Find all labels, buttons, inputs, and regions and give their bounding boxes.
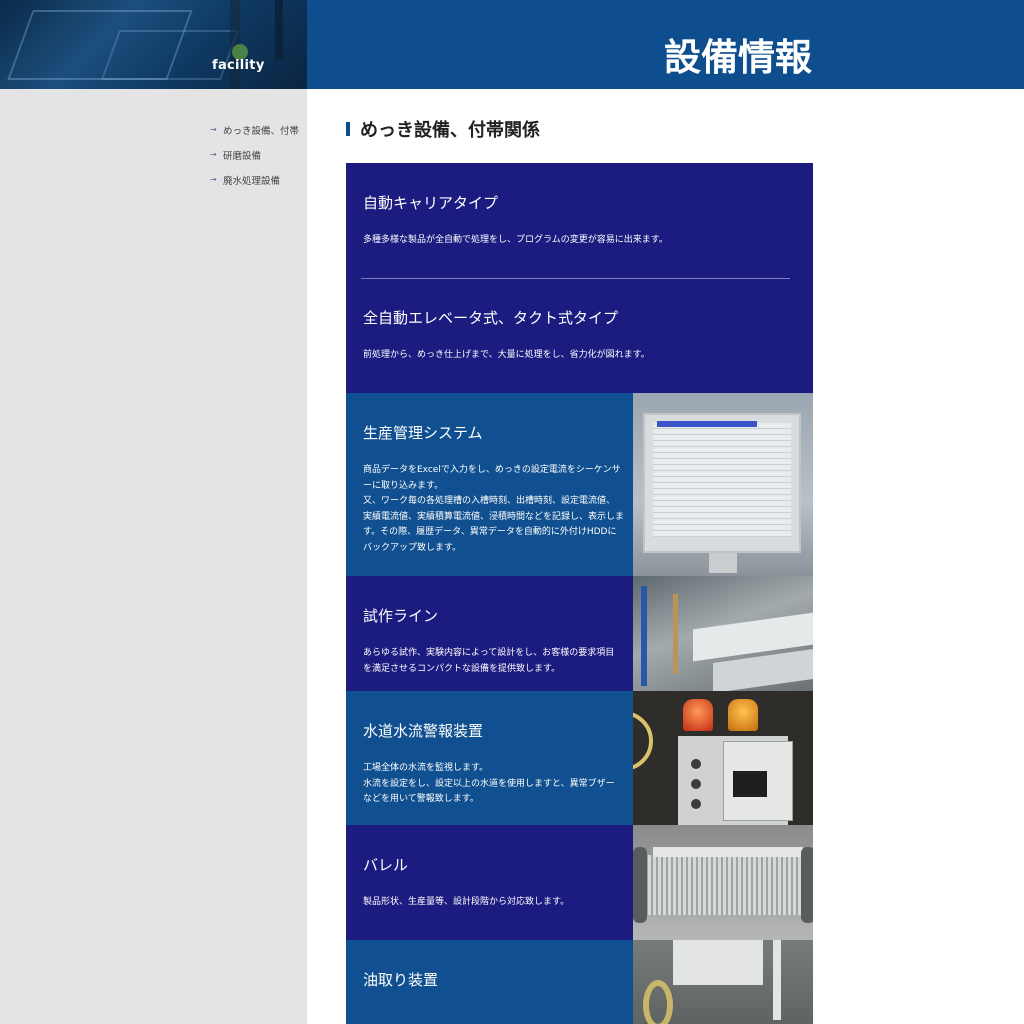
section-heading: めっき設備、付帯関係 [346, 118, 540, 141]
oil-skimmer-photo [633, 940, 813, 1024]
equipment-description: あらゆる試作、実験内容によって設計をし、お客様の要求項目 を満足させるコンパクト… [363, 648, 615, 674]
equipment-description: 多種多様な製品が全自動で処理をし、プログラムの変更が容易に出来ます。 [363, 235, 668, 245]
page-header: facility 設備情報 [0, 0, 1024, 89]
equipment-title: 試作ライン [363, 607, 439, 625]
equipment-title: バレル [363, 856, 409, 874]
trial-line-photo [633, 576, 813, 691]
arrow-right-icon: → [210, 150, 217, 159]
equipment-description: 商品データをExcelで入力をし、めっきの設定電流をシーケンサ ーに取り込みます… [363, 465, 625, 553]
equipment-description: 工場全体の水流を監視します。 水流を設定をし、設定以上の水道を使用しますと、異常… [363, 763, 615, 804]
facility-label: facility [212, 58, 265, 73]
sidebar-item-plating[interactable]: → めっき設備、付帯 [210, 117, 299, 142]
sidebar-item-polishing[interactable]: → 研磨設備 [210, 142, 299, 167]
header-facility-photo [0, 0, 307, 89]
equipment-title: 自動キャリアタイプ [363, 194, 499, 212]
production-system-photo [633, 393, 813, 576]
equipment-card-production-system: 生産管理システム 商品データをExcelで入力をし、めっきの設定電流をシーケンサ… [346, 393, 813, 576]
sidebar-item-label: めっき設備、付帯 [223, 125, 300, 137]
equipment-title: 全自動エレベータ式、タクト式タイプ [363, 309, 619, 327]
barrel-photo [633, 825, 813, 940]
equipment-title: 生産管理システム [363, 424, 483, 442]
page-title: 設備情報 [664, 35, 812, 79]
equipment-title: 油取り装置 [363, 971, 439, 989]
equipment-card-oil-skimmer: 油取り装置 [346, 940, 813, 1024]
equipment-description: 製品形状、生産量等、設計段階から対応致します。 [363, 897, 570, 907]
section-marker [346, 122, 350, 136]
sidebar-nav: → めっき設備、付帯 → 研磨設備 → 廃水処理設備 [210, 117, 299, 192]
card-divider [361, 278, 790, 279]
sidebar: → めっき設備、付帯 → 研磨設備 → 廃水処理設備 [0, 89, 307, 1024]
water-alarm-photo [633, 691, 813, 825]
arrow-right-icon: → [210, 125, 217, 134]
equipment-card-trial-line: 試作ライン あらゆる試作、実験内容によって設計をし、お客様の要求項目 を満足させ… [346, 576, 813, 691]
section-title: めっき設備、付帯関係 [360, 120, 540, 141]
sidebar-item-label: 廃水処理設備 [223, 175, 281, 187]
sidebar-item-wastewater[interactable]: → 廃水処理設備 [210, 167, 299, 192]
equipment-card-elevator: 全自動エレベータ式、タクト式タイプ 前処理から、めっき仕上げまで、大量に処理をし… [363, 308, 793, 364]
equipment-description: 前処理から、めっき仕上げまで、大量に処理をし、省力化が図れます。 [363, 350, 650, 360]
equipment-card-barrel: バレル 製品形状、生産量等、設計段階から対応致します。 [346, 825, 813, 940]
equipment-card-auto-carrier: 自動キャリアタイプ 多種多様な製品が全自動で処理をし、プログラムの変更が容易に出… [363, 193, 793, 249]
arrow-right-icon: → [210, 175, 217, 184]
equipment-card-water-alarm: 水道水流警報装置 工場全体の水流を監視します。 水流を設定をし、設定以上の水道を… [346, 691, 813, 825]
equipment-title: 水道水流警報装置 [363, 722, 484, 740]
sidebar-item-label: 研磨設備 [223, 150, 262, 162]
